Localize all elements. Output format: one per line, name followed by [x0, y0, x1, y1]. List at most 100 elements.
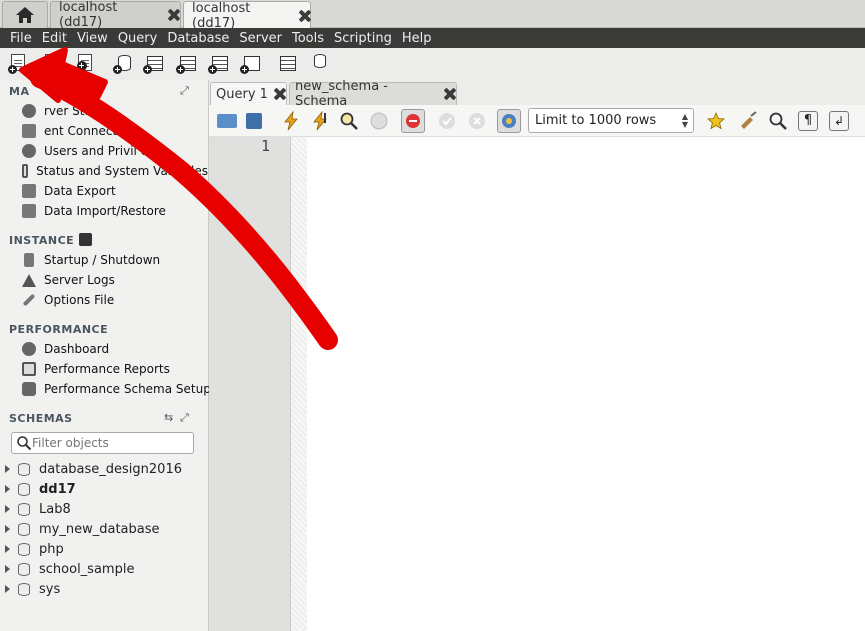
dashboard-item[interactable]: Dashboard [22, 340, 109, 358]
expand-arrow-icon[interactable] [5, 565, 10, 573]
database-icon [18, 522, 30, 536]
inspector-button[interactable] [75, 53, 97, 75]
expand-arrow-icon[interactable] [5, 485, 10, 493]
close-icon[interactable] [299, 10, 310, 22]
performance-schema-setup-item[interactable]: Performance Schema Setup [22, 380, 211, 398]
menu-scripting[interactable]: Scripting [329, 31, 397, 46]
broom-icon [741, 111, 757, 129]
menu-tools[interactable]: Tools [287, 31, 329, 46]
home-tab[interactable] [2, 1, 48, 28]
reports-icon [22, 362, 36, 376]
save-icon[interactable] [246, 113, 262, 129]
menu-file[interactable]: File [5, 31, 37, 46]
create-function-button[interactable] [240, 53, 262, 75]
find-button[interactable] [768, 111, 788, 131]
expand-arrow-icon[interactable] [5, 585, 10, 593]
schema-item[interactable]: Lab8 [0, 499, 205, 519]
menu-bar: File Edit View Query Database Server Too… [0, 28, 865, 48]
fold-margin [291, 137, 307, 631]
wrap-lines-button[interactable]: ↲ [829, 111, 849, 131]
stop-button[interactable] [369, 111, 389, 131]
rollback-button[interactable] [467, 111, 487, 131]
connection-tab-1[interactable]: localhost (dd17) [50, 0, 181, 30]
tab-query-1[interactable]: Query 1 [210, 82, 287, 105]
menu-query[interactable]: Query [113, 31, 163, 46]
menu-database[interactable]: Database [162, 31, 234, 46]
execute-all-button[interactable] [281, 110, 301, 131]
performance-reports-item[interactable]: Performance Reports [22, 360, 170, 378]
plus-icon [176, 65, 185, 74]
schema-item[interactable]: database_design2016 [0, 459, 205, 479]
schema-item[interactable]: school_sample [0, 559, 205, 579]
expand-arrow-icon[interactable] [5, 505, 10, 513]
expand-icon[interactable]: ⤢ [180, 411, 189, 425]
database-icon [18, 462, 30, 476]
expand-icon[interactable]: ⤢ [180, 84, 189, 98]
sql-file-icon [45, 54, 59, 71]
execute-current-button[interactable] [310, 110, 330, 131]
search-table-data-button[interactable] [276, 53, 298, 75]
tab-new-schema[interactable]: new_schema - Schema [289, 79, 457, 109]
client-connections-item[interactable]: ent Connections [22, 122, 142, 140]
close-icon[interactable] [274, 88, 286, 100]
expand-arrow-icon[interactable] [5, 465, 10, 473]
schema-filter-input[interactable] [32, 436, 182, 450]
data-import-item[interactable]: Data Import/Restore [22, 202, 166, 220]
data-export-item[interactable]: Data Export [22, 182, 116, 200]
limit-rows-value: Limit to 1000 rows [535, 113, 657, 128]
limit-rows-select[interactable]: Limit to 1000 rows ▲ ▼ [528, 108, 694, 133]
menu-help[interactable]: Help [397, 31, 437, 46]
lightning-cursor-icon [313, 110, 327, 131]
close-icon[interactable] [444, 88, 456, 100]
plus-icon [208, 65, 217, 74]
open-file-icon[interactable] [217, 114, 237, 128]
connections-icon [22, 124, 36, 138]
error-icon [406, 114, 420, 128]
schema-item[interactable]: my_new_database [0, 519, 205, 539]
management-section-title: MA [9, 85, 30, 98]
plus-icon [143, 65, 152, 74]
sql-editor[interactable]: 1 [209, 137, 865, 631]
menu-server[interactable]: Server [234, 31, 287, 46]
cancel-icon [469, 113, 485, 129]
performance-section-title: PERFORMANCE [9, 323, 109, 336]
refresh-icon[interactable]: ⇆ [164, 411, 173, 424]
options-file-item[interactable]: Options File [22, 291, 114, 309]
navigator-sidebar: MA ⤢ rver Status ent Connections Users a… [0, 80, 211, 631]
schema-item[interactable]: php [0, 539, 205, 559]
beautify-button[interactable] [738, 111, 758, 131]
startup-shutdown-item[interactable]: Startup / Shutdown [22, 251, 160, 269]
new-sql-tab-button[interactable] [8, 53, 30, 75]
schema-filter[interactable] [11, 432, 194, 454]
add-snippet-button[interactable] [706, 111, 726, 131]
schema-item[interactable]: dd17 [0, 479, 205, 499]
expand-arrow-icon[interactable] [5, 525, 10, 533]
schema-item[interactable]: sys [0, 579, 205, 599]
create-table-button[interactable] [143, 53, 165, 75]
server-logs-item[interactable]: Server Logs [22, 271, 115, 289]
open-sql-script-button[interactable] [42, 53, 64, 75]
create-view-button[interactable] [176, 53, 198, 75]
users-privileges-item[interactable]: Users and Privil es [22, 142, 154, 160]
status-variables-item[interactable]: Status and System Variables [22, 162, 208, 180]
reconnect-button[interactable] [310, 53, 332, 75]
create-schema-button[interactable] [113, 53, 135, 75]
menu-view[interactable]: View [72, 31, 113, 46]
explain-button[interactable] [339, 111, 359, 131]
connection-tab-label: localhost (dd17) [192, 0, 251, 31]
server-status-item[interactable]: rver Status [22, 102, 110, 120]
wrap-icon: ↲ [833, 114, 845, 128]
create-procedure-button[interactable] [208, 53, 230, 75]
expand-arrow-icon[interactable] [5, 545, 10, 553]
query-toolbar: Limit to 1000 rows ▲ ▼ ¶ ↲ [209, 105, 865, 137]
connection-tab-2[interactable]: localhost (dd17) [183, 0, 311, 31]
invisible-chars-button[interactable]: ¶ [798, 111, 818, 131]
window-tab-bar: localhost (dd17) localhost (dd17) [0, 0, 865, 31]
stop-on-error-toggle[interactable] [401, 109, 425, 133]
commit-button[interactable] [437, 111, 457, 131]
export-icon [22, 184, 36, 198]
hand-icon [370, 112, 388, 130]
menu-edit[interactable]: Edit [37, 31, 72, 46]
autocommit-toggle[interactable] [497, 109, 521, 133]
close-icon[interactable] [168, 9, 180, 21]
